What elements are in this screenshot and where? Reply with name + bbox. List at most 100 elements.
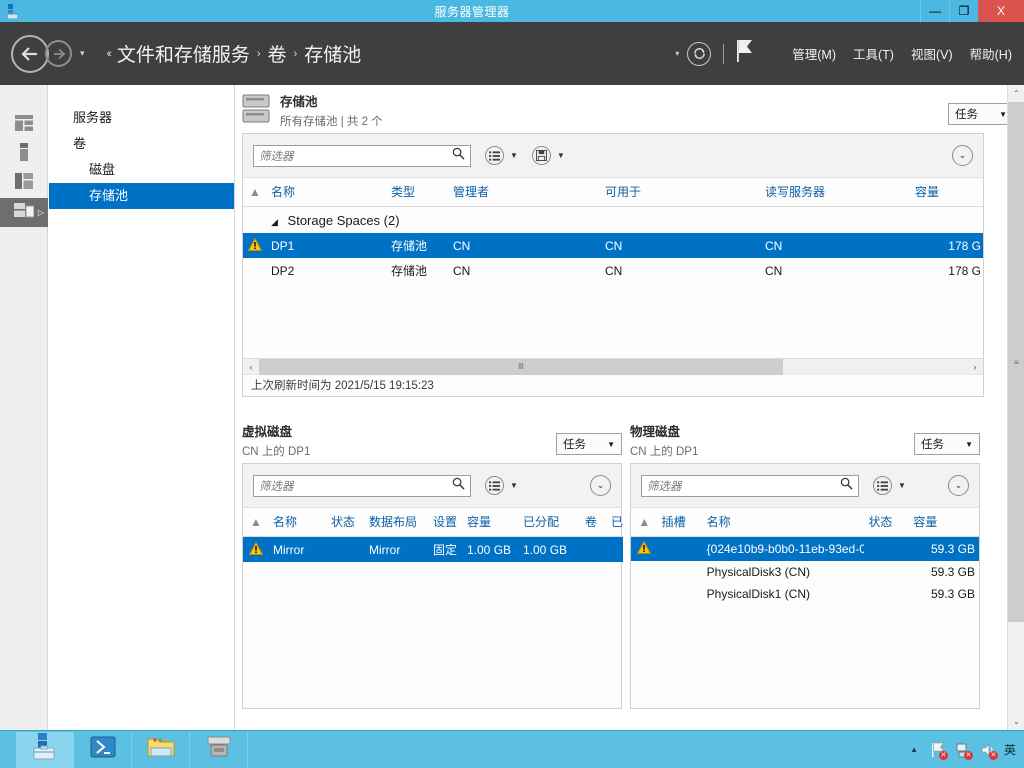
column-warning-sort[interactable]: ▲	[243, 508, 269, 537]
column-status[interactable]: 状态	[864, 508, 910, 537]
menu-help[interactable]: 帮助(H)	[970, 44, 1012, 63]
taskbar-item-file-explorer[interactable]	[132, 731, 190, 768]
group-expander-icon[interactable]: ◢	[271, 217, 278, 227]
search-icon[interactable]	[840, 477, 853, 495]
virtual-disks-filter-input[interactable]: 筛选器	[253, 474, 471, 497]
tree-item-volumes[interactable]: 卷	[49, 131, 234, 157]
table-row[interactable]: DP2 存储池 CN CN CN 178 G	[243, 258, 983, 283]
collapse-toolbar-icon[interactable]: ⌄	[948, 475, 969, 496]
breadcrumb-separator-0: ›	[256, 47, 261, 60]
scroll-left-icon[interactable]: ‹	[243, 362, 259, 372]
column-available-to[interactable]: 可用于	[601, 178, 761, 207]
cell-available-to: CN	[605, 263, 623, 278]
column-capacity[interactable]: 容量	[909, 508, 979, 537]
column-warning-sort[interactable]: ▲	[631, 508, 658, 537]
volume-mute-icon[interactable]: ✕	[979, 741, 998, 760]
breadcrumb-lead-icon[interactable]: ‹‹	[107, 48, 113, 60]
column-provisioning[interactable]: 设置	[429, 508, 463, 537]
sidebar-item-all-servers[interactable]	[0, 169, 48, 198]
scroll-up-icon[interactable]: ⌃	[1008, 85, 1024, 102]
column-name[interactable]: 名称	[702, 508, 865, 537]
column-capacity[interactable]: 容量	[463, 508, 519, 537]
collapse-toolbar-icon[interactable]: ⌄	[590, 475, 611, 496]
column-layout[interactable]: 数据布局	[365, 508, 429, 537]
view-options-icon[interactable]	[485, 146, 504, 165]
column-name[interactable]: 名称	[267, 178, 387, 207]
scroll-track[interactable]: lll	[259, 358, 967, 375]
column-type[interactable]: 类型	[387, 178, 449, 207]
table-row[interactable]: PhysicalDisk3 (CN) 59.3 GB	[631, 561, 979, 583]
scroll-right-icon[interactable]: ›	[967, 362, 983, 372]
alert-badge: ✕	[988, 750, 998, 760]
column-managed-by[interactable]: 管理者	[449, 178, 601, 207]
search-icon[interactable]	[452, 147, 465, 165]
column-warning-sort[interactable]: ▲	[243, 178, 267, 207]
table-row[interactable]: Mirror Mirror 固定 1.00 GB 1.00 GB	[243, 536, 623, 562]
view-options-icon[interactable]	[485, 476, 504, 495]
notifications-caret-icon[interactable]: ▾	[675, 49, 679, 58]
tree-item-storage-pools[interactable]: 存储池	[49, 183, 234, 209]
tree-item-servers[interactable]: 服务器	[49, 105, 234, 131]
save-query-icon[interactable]	[531, 146, 551, 165]
column-volume[interactable]: 卷	[581, 508, 607, 537]
breadcrumb-item-2[interactable]: 存储池	[304, 40, 361, 67]
column-capacity[interactable]: 容量	[911, 178, 983, 207]
filter-placeholder: 筛选器	[259, 150, 294, 163]
flag-notification-icon[interactable]	[736, 39, 753, 68]
taskbar-item-server-manager[interactable]	[16, 731, 74, 768]
column-used[interactable]: 已	[607, 508, 623, 537]
rail-expander-icon[interactable]: ▷	[38, 208, 44, 217]
tree-item-disks[interactable]: 磁盘	[49, 157, 234, 183]
view-options-caret-icon[interactable]: ▼	[510, 151, 518, 160]
view-options-caret-icon[interactable]: ▼	[510, 481, 518, 490]
menu-view[interactable]: 视图(V)	[911, 44, 953, 63]
storage-pools-table: ▲ 名称 类型 管理者 可用于 读写服务器 容量 ◢ Storage Space…	[243, 178, 983, 283]
close-button[interactable]: X	[978, 0, 1024, 22]
refresh-icon[interactable]	[687, 41, 712, 66]
save-query-caret-icon[interactable]: ▼	[557, 151, 565, 160]
content-vertical-scrollbar[interactable]: ⌃ ≡ ⌄	[1007, 85, 1024, 730]
physical-disks-tasks-button[interactable]: 任务 ▼	[914, 433, 980, 455]
taskbar-item-powershell[interactable]	[74, 731, 132, 768]
alert-badge: ✕	[963, 750, 973, 760]
physical-disks-filter-input[interactable]: 筛选器	[641, 474, 859, 497]
storage-pools-tasks-button[interactable]: 任务 ▼	[948, 103, 1014, 125]
taskbar-item-disk-tool[interactable]	[190, 731, 248, 768]
search-icon[interactable]	[452, 477, 465, 495]
sidebar-item-file-and-storage-services[interactable]: ▷	[0, 198, 48, 227]
forward-arrow-icon[interactable]	[45, 40, 72, 67]
column-status[interactable]: 状态	[327, 508, 365, 537]
storage-pools-horizontal-scrollbar[interactable]: ‹ lll ›	[243, 358, 983, 375]
scroll-thumb[interactable]: ≡	[1008, 102, 1024, 622]
breadcrumb-item-1[interactable]: 卷	[268, 40, 287, 67]
collapse-toolbar-icon[interactable]: ⌄	[952, 145, 973, 166]
table-row[interactable]: PhysicalDisk1 (CN) 59.3 GB	[631, 583, 979, 605]
network-alert-icon[interactable]: ✕	[954, 741, 973, 760]
column-read-write-server[interactable]: 读写服务器	[761, 178, 911, 207]
sidebar-item-dashboard[interactable]	[0, 111, 48, 140]
table-group-row[interactable]: ◢ Storage Spaces (2)	[243, 207, 983, 234]
view-options-icon[interactable]	[873, 476, 892, 495]
column-name[interactable]: 名称	[269, 508, 327, 537]
menu-tools[interactable]: 工具(T)	[853, 44, 894, 63]
ime-language-indicator[interactable]: 英	[1004, 741, 1016, 758]
storage-pools-filter-input[interactable]: 筛选器	[253, 144, 471, 167]
flag-alert-icon[interactable]: ✕	[929, 741, 948, 760]
virtual-disks-tasks-button[interactable]: 任务 ▼	[556, 433, 622, 455]
menu-manage[interactable]: 管理(M)	[792, 44, 836, 63]
history-dropdown-icon[interactable]: ▾	[80, 48, 85, 59]
column-allocated[interactable]: 已分配	[519, 508, 581, 537]
scroll-down-icon[interactable]: ⌄	[1008, 713, 1024, 730]
view-options-caret-icon[interactable]: ▼	[898, 481, 906, 490]
storage-pools-grid-container: ▲ 名称 类型 管理者 可用于 读写服务器 容量 ◢ Storage Space…	[243, 178, 983, 358]
breadcrumb-item-0[interactable]: 文件和存储服务	[117, 40, 250, 67]
table-row[interactable]: {024e10b9-b0b0-11eb-93ed-0... 59.3 GB	[631, 536, 979, 561]
sidebar-item-local-server[interactable]	[0, 140, 48, 169]
minimize-button[interactable]: —	[920, 0, 949, 22]
maximize-button[interactable]: ❐	[949, 0, 978, 22]
scroll-thumb[interactable]: lll	[259, 358, 783, 375]
show-hidden-icons-icon[interactable]: ▲	[910, 745, 918, 754]
back-arrow-icon[interactable]	[11, 34, 49, 73]
column-slot[interactable]: 插槽	[657, 508, 703, 537]
table-row[interactable]: DP1 存储池 CN CN CN 178 G	[243, 233, 983, 258]
